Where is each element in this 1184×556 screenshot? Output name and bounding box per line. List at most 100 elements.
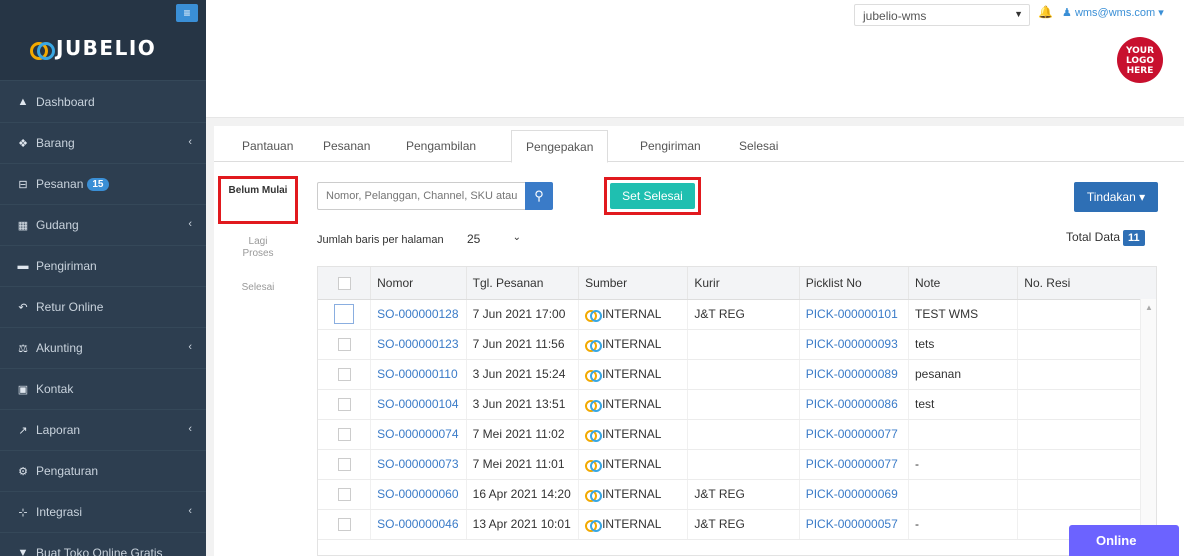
subnav-lagi-proses[interactable]: Lagi Proses — [218, 236, 298, 260]
subnav-selesai[interactable]: Selesai — [218, 282, 298, 294]
row-checkbox[interactable] — [334, 304, 355, 324]
column-header[interactable]: No. Resi — [1017, 267, 1156, 300]
id-card-icon: ▣ — [17, 383, 29, 396]
total-data: Total Data 11 — [1066, 230, 1145, 246]
internal-source-icon — [585, 399, 603, 412]
table-scrollbar[interactable]: ▲ — [1140, 299, 1156, 555]
cell-value: 3 Jun 2021 15:24 — [472, 367, 566, 381]
table-cell[interactable]: PICK-000000089 — [799, 359, 909, 390]
table-row[interactable]: SO-000000104 3 Jun 2021 13:51 INTERNAL PICK… — [318, 389, 1156, 420]
select-all-checkbox[interactable] — [337, 276, 351, 290]
sidebar-item-dashboard[interactable]: ▲ Dashboard — [0, 80, 206, 122]
cell-value: 7 Mei 2021 11:02 — [472, 427, 565, 441]
column-header[interactable]: Tgl. Pesanan — [466, 267, 580, 300]
menu-toggle-icon[interactable]: ≡ — [176, 4, 198, 22]
sidebar-item-kontak[interactable]: ▣ Kontak — [0, 368, 206, 409]
sidebar-item-pengiriman[interactable]: ▬ Pengiriman — [0, 245, 206, 286]
table-cell[interactable]: PICK-000000077 — [799, 419, 909, 450]
table-cell: J&T REG — [687, 299, 800, 330]
sidebar-item-buat-toko-online-gratis[interactable]: ▼ Buat Toko Online Gratis — [0, 532, 206, 556]
table-cell[interactable]: SO-000000123 — [370, 329, 467, 360]
table-cell[interactable]: PICK-000000069 — [799, 479, 909, 510]
tab-pengepakan[interactable]: Pengepakan — [511, 130, 609, 163]
set-selesai-button[interactable]: Set Selesai — [610, 183, 695, 209]
tab-selesai[interactable]: Selesai — [725, 130, 792, 162]
tenant-select[interactable]: jubelio-wms ▼ — [854, 4, 1030, 26]
table-cell[interactable]: PICK-000000077 — [799, 449, 909, 480]
cell-value: INTERNAL — [602, 457, 662, 471]
column-header[interactable]: Kurir — [687, 267, 800, 300]
table-row[interactable]: SO-000000110 3 Jun 2021 15:24 INTERNAL PICK… — [318, 359, 1156, 390]
tab-pantauan[interactable]: Pantauan — [228, 130, 307, 162]
row-checkbox[interactable] — [337, 518, 351, 532]
sidebar-item-label: Pengaturan — [36, 464, 99, 478]
table-cell[interactable]: PICK-000000101 — [799, 299, 909, 330]
column-header[interactable]: Note — [908, 267, 1019, 300]
cell-value: PICK-000000101 — [805, 307, 898, 321]
row-checkbox[interactable] — [337, 428, 351, 442]
cell-value: SO-000000123 — [377, 337, 459, 351]
table-cell: TEST WMS — [908, 299, 1019, 330]
column-header[interactable]: Sumber — [578, 267, 689, 300]
table-cell: 16 Apr 2021 14:20 — [466, 479, 580, 510]
table-cell[interactable]: PICK-000000086 — [799, 389, 909, 420]
row-checkbox[interactable] — [337, 338, 351, 352]
user-menu[interactable]: ♟ wms@wms.com ▾ — [1062, 6, 1164, 19]
bell-icon[interactable]: 🔔 — [1038, 5, 1053, 19]
online-chat-button[interactable]: Online — [1069, 525, 1179, 556]
subnav-belum-mulai[interactable]: Belum Mulai — [218, 176, 298, 224]
internal-source-icon — [585, 309, 603, 322]
table-cell[interactable]: SO-000000110 — [370, 359, 467, 390]
sidebar-item-akunting[interactable]: ⚖ Akunting ‹ — [0, 327, 206, 368]
row-checkbox[interactable] — [337, 398, 351, 412]
cell-value: SO-000000128 — [377, 307, 459, 321]
table-row[interactable]: SO-000000073 7 Mei 2021 11:01 INTERNAL PICK… — [318, 449, 1156, 480]
tab-pengiriman[interactable]: Pengiriman — [626, 130, 715, 162]
table-row[interactable]: SO-000000060 16 Apr 2021 14:20 INTERNAL J&T… — [318, 479, 1156, 510]
sidebar-item-laporan[interactable]: ↗ Laporan ‹ — [0, 409, 206, 450]
sidebar-item-retur-online[interactable]: ↶ Retur Online — [0, 286, 206, 327]
sidebar-item-label: Buat Toko Online Gratis — [36, 546, 163, 556]
tindakan-button[interactable]: Tindakan ▾ — [1074, 182, 1158, 212]
table-cell[interactable]: SO-000000104 — [370, 389, 467, 420]
row-checkbox[interactable] — [337, 368, 351, 382]
table-row[interactable]: SO-000000128 7 Jun 2021 17:00 INTERNAL J&T … — [318, 299, 1156, 330]
table-cell: 3 Jun 2021 13:51 — [466, 389, 580, 420]
table-row[interactable]: SO-000000123 7 Jun 2021 11:56 INTERNAL PICK… — [318, 329, 1156, 360]
tab-pengambilan[interactable]: Pengambilan — [392, 130, 490, 162]
sidebar-item-barang[interactable]: ❖ Barang ‹ — [0, 122, 206, 163]
sidebar-item-pengaturan[interactable]: ⚙ Pengaturan — [0, 450, 206, 491]
table-cell[interactable]: PICK-000000093 — [799, 329, 909, 360]
table-row[interactable]: SO-000000074 7 Mei 2021 11:02 INTERNAL PICK… — [318, 419, 1156, 450]
brand-logo[interactable]: JUBELIO — [30, 36, 156, 60]
row-checkbox[interactable] — [337, 458, 351, 472]
internal-source-icon — [585, 519, 603, 532]
table-cell[interactable]: SO-000000073 — [370, 449, 467, 480]
table-cell[interactable]: SO-000000074 — [370, 419, 467, 450]
table-cell[interactable]: PICK-000000057 — [799, 509, 909, 540]
table-cell[interactable]: SO-000000046 — [370, 509, 467, 540]
logo-line: HERE — [1126, 66, 1154, 76]
internal-source-icon — [585, 429, 603, 442]
sidebar-item-integrasi[interactable]: ⊹ Integrasi ‹ — [0, 491, 206, 532]
tab-pesanan[interactable]: Pesanan — [309, 130, 384, 162]
rows-per-page-select[interactable]: 25 ⌄ — [457, 228, 529, 252]
cell-value: TEST WMS — [914, 307, 979, 321]
search-input[interactable] — [317, 182, 531, 210]
table-row[interactable]: SO-000000046 13 Apr 2021 10:01 INTERNAL J&T… — [318, 509, 1156, 540]
scroll-up-icon[interactable]: ▲ — [1145, 303, 1153, 312]
sidebar-item-pesanan[interactable]: ⊟ Pesanan 15 — [0, 163, 206, 204]
sidebar-item-gudang[interactable]: ▦ Gudang ‹ — [0, 204, 206, 245]
search-icon[interactable]: ⚲ — [525, 182, 553, 210]
table-cell: 7 Jun 2021 17:00 — [466, 299, 580, 330]
table-cell[interactable]: SO-000000060 — [370, 479, 467, 510]
column-header[interactable]: Picklist No — [799, 267, 909, 300]
tab-bar: Pantauan Pesanan Pengambilan Pengepakan … — [214, 130, 1184, 163]
row-checkbox[interactable] — [337, 488, 351, 502]
table-cell[interactable]: SO-000000128 — [370, 299, 467, 330]
truck-icon: ▬ — [17, 260, 29, 272]
internal-source-icon — [585, 459, 603, 472]
column-header[interactable]: Nomor — [370, 267, 467, 300]
count-badge: 15 — [87, 177, 109, 191]
caret-down-icon: ▼ — [1014, 9, 1023, 19]
